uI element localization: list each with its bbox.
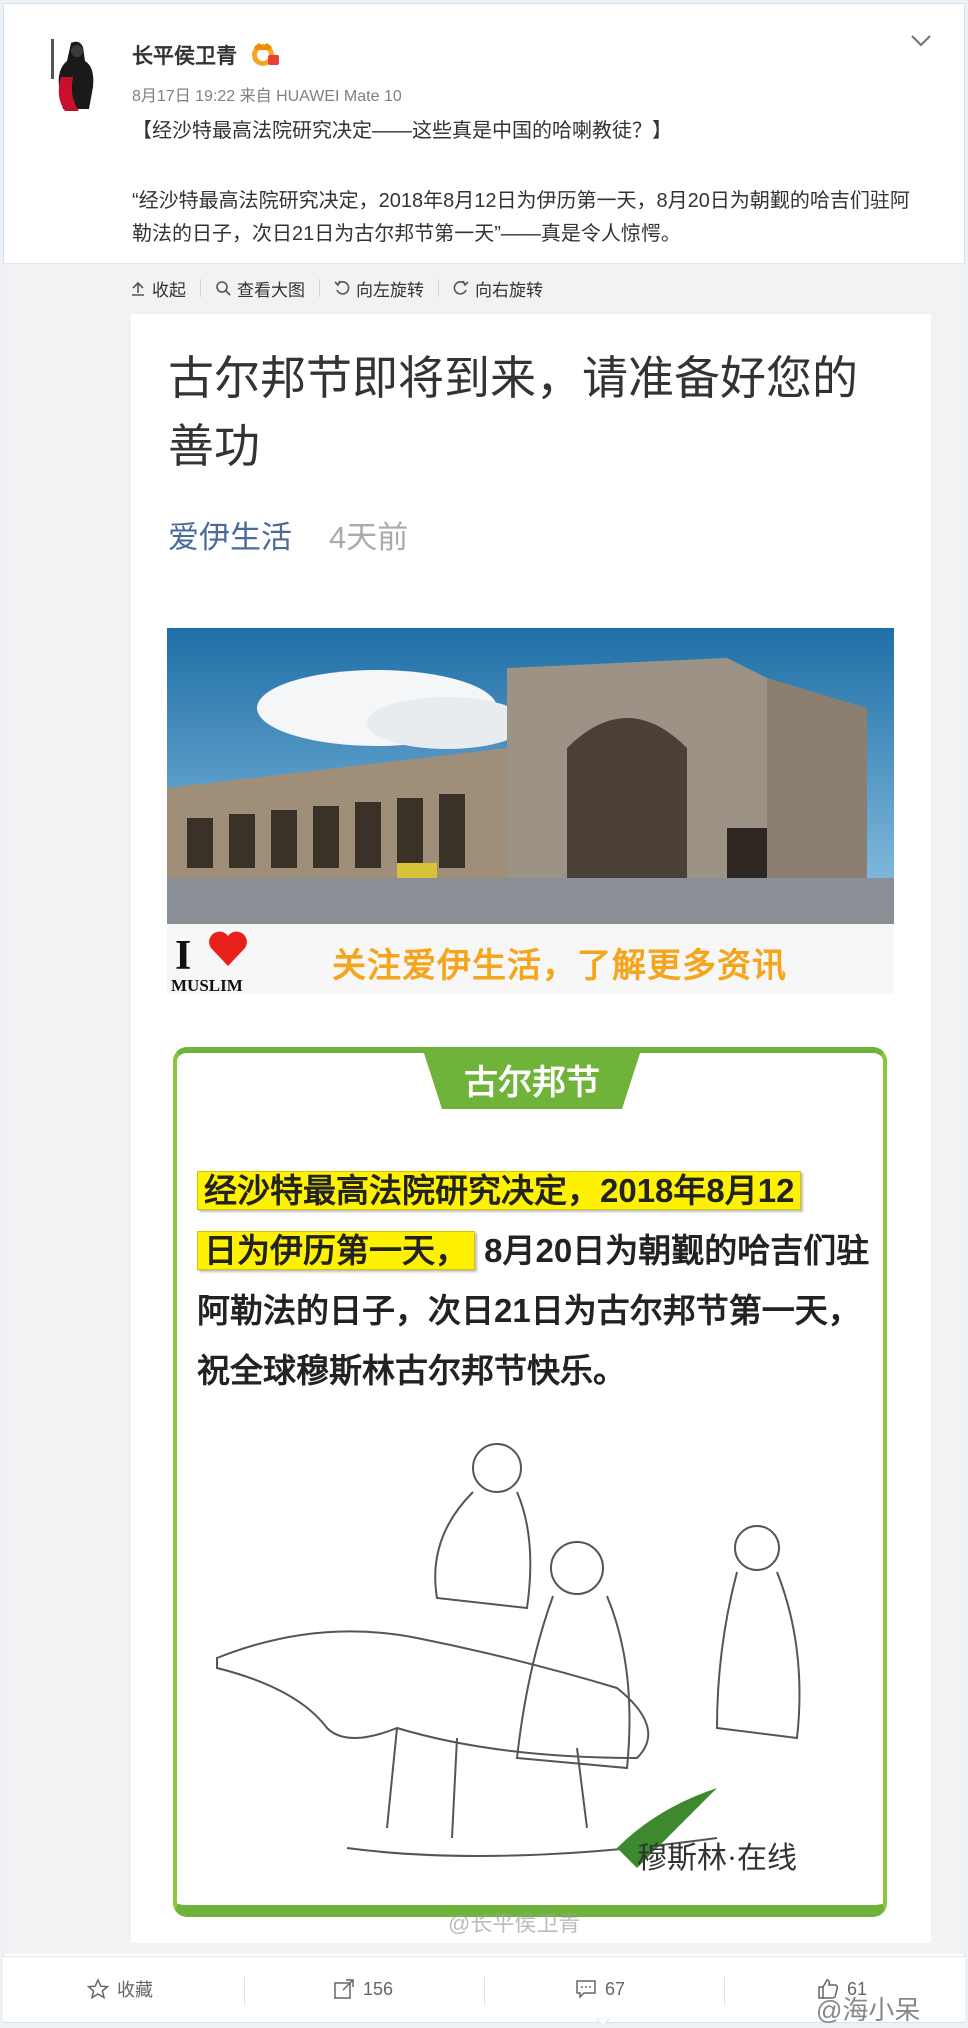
- comment-icon: [576, 1980, 596, 1999]
- heart-icon: [209, 931, 247, 966]
- footer-divider: [244, 1977, 245, 2005]
- rotate-left-icon: [334, 280, 350, 295]
- footer-divider: [484, 1977, 485, 2005]
- rotate-right-button[interactable]: 向右旋转: [439, 276, 557, 301]
- search-icon: [216, 281, 231, 296]
- sacrifice-sketch-illustration: 穆斯林·在线: [216, 1443, 801, 1875]
- article-source: 爱伊生活: [168, 520, 292, 555]
- article-time: 4天前: [329, 520, 409, 555]
- poster-text: 经沙特最高法院研究决定，2018年8月12 日为伊历第一天， 8月20日为朝觐的…: [197, 1161, 877, 1401]
- follow-banner-text: 关注爱伊生活，了解更多资讯: [332, 947, 787, 985]
- rotate-left-label: 向左旋转: [356, 280, 424, 300]
- banner-caption-bar: I MUSLIM 关注爱伊生活，了解更多资讯: [167, 924, 894, 994]
- collapse-button[interactable]: 收起: [130, 276, 200, 301]
- comment-count: 67: [605, 1978, 626, 1999]
- star-icon: [87, 1978, 109, 2000]
- mosque-photo: [167, 628, 894, 924]
- comment-button[interactable]: 67: [575, 1957, 625, 2021]
- upload-arrow-icon: [132, 281, 144, 296]
- corner-watermark: @海小呆: [816, 1995, 921, 2025]
- user-avatar[interactable]: [49, 37, 101, 115]
- view-large-button[interactable]: 查看大图: [201, 276, 319, 301]
- post-body: “经沙特最高法院研究决定，2018年8月12日为伊历第一天，8月20日为朝觐的哈…: [132, 190, 910, 245]
- highlight-line-1: 经沙特最高法院研究决定，2018年8月12: [197, 1171, 802, 1210]
- eid-poster: 古尔邦节 经沙特最高法院研究决定，2018年8月12 日为伊历第一天， 8月20…: [173, 1047, 887, 1917]
- mosque-banner: I MUSLIM 关注爱伊生活，了解更多资讯: [167, 628, 894, 994]
- repost-icon: [334, 1979, 354, 1999]
- muslim-text: MUSLIM: [171, 976, 243, 994]
- image-watermark: @长平侯卫青: [448, 1911, 581, 1936]
- highlight-line-2: 日为伊历第一天，: [197, 1231, 475, 1270]
- vip-badge-icon[interactable]: [250, 41, 280, 67]
- footer-divider: [724, 1977, 725, 2005]
- favorite-button[interactable]: 收藏: [87, 1957, 153, 2021]
- view-large-label: 查看大图: [237, 280, 305, 300]
- rotate-right-icon: [453, 280, 469, 295]
- collapse-label: 收起: [152, 280, 186, 300]
- weibo-page: 长平侯卫青 8月17日 19:22 来自 HUAWEI Mate 10 【经沙特…: [0, 0, 968, 2028]
- post-title: 【经沙特最高法院研究决定——这些真是中国的哈喇教徒？】: [132, 120, 672, 142]
- rotate-right-label: 向右旋转: [475, 280, 543, 300]
- post-meta: 8月17日 19:22 来自 HUAWEI Mate 10: [132, 88, 402, 105]
- poster-signature: 穆斯林·在线: [637, 1842, 797, 1875]
- i-love-text: I: [175, 933, 192, 979]
- image-toolbar: 收起 查看大图 向左旋转 向右旋转: [130, 273, 557, 303]
- article-title: 古尔邦节即将到来，请准备好您的善功: [168, 352, 858, 472]
- repost-button[interactable]: 156: [333, 1957, 393, 2021]
- repost-count: 156: [363, 1978, 394, 1999]
- poster-tab-label: 古尔邦节: [464, 1064, 600, 1102]
- rotate-left-button[interactable]: 向左旋转: [320, 276, 438, 301]
- chevron-down-icon[interactable]: [908, 30, 934, 50]
- username[interactable]: 长平侯卫青: [132, 40, 237, 70]
- favorite-label: 收藏: [117, 1980, 153, 2000]
- article-screenshot-image[interactable]: 古尔邦节即将到来，请准备好您的善功 爱伊生活 4天前 I MUSLIM 关注爱伊…: [131, 314, 931, 1943]
